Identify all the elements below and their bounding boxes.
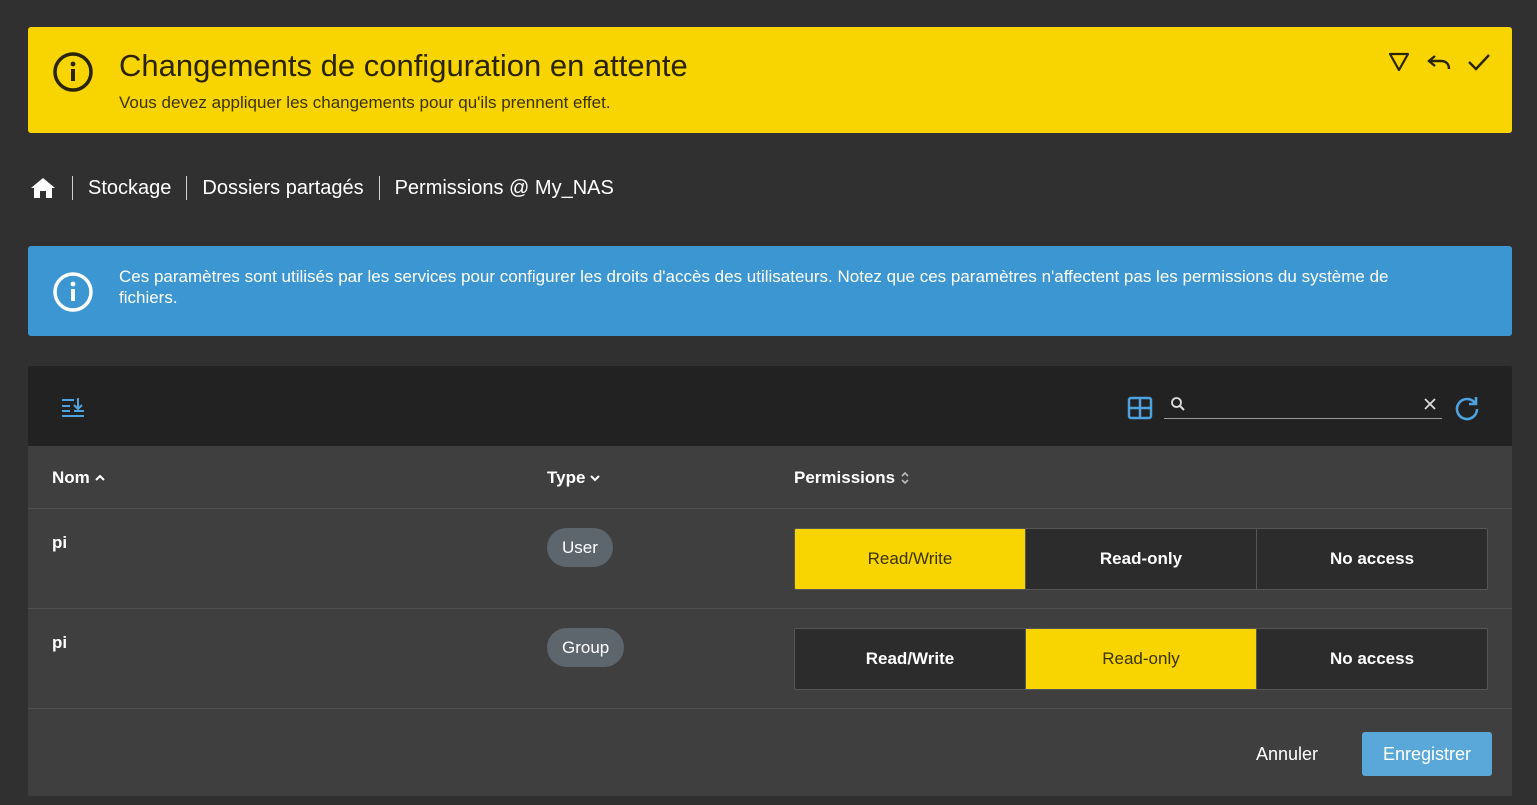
permission-toggle-group: Read/Write Read-only No access	[794, 528, 1488, 590]
column-label: Type	[547, 468, 586, 487]
sort-asc-icon	[95, 474, 105, 481]
breadcrumb-shared-folders[interactable]: Dossiers partagés	[202, 177, 363, 200]
permission-no-access[interactable]: No access	[1256, 629, 1487, 689]
home-icon[interactable]	[30, 176, 56, 200]
type-badge: User	[547, 528, 613, 567]
permission-read-only[interactable]: Read-only	[1025, 529, 1256, 589]
breadcrumb-separator	[186, 176, 188, 200]
form-footer: Annuler Enregistrer	[28, 708, 1512, 796]
table-toolbar	[28, 366, 1512, 446]
column-label: Nom	[52, 468, 90, 487]
cancel-button[interactable]: Annuler	[1256, 732, 1318, 776]
search-icon	[1171, 397, 1185, 411]
info-text: Ces paramètres sont utilisés par les ser…	[119, 267, 1389, 307]
column-label: Permissions	[794, 468, 896, 487]
permissions-panel: Nom Type Permissions pi User Read/Write …	[28, 366, 1512, 796]
banner-subtitle: Vous devez appliquer les changements pou…	[119, 93, 611, 112]
grid-view-icon[interactable]	[1127, 396, 1153, 420]
table-row: pi User Read/Write Read-only No access	[28, 509, 1512, 609]
column-settings-icon[interactable]	[60, 395, 86, 419]
save-button[interactable]: Enregistrer	[1362, 732, 1492, 776]
pending-changes-banner: Changements de configuration en attente …	[28, 27, 1512, 133]
row-name: pi	[52, 533, 68, 552]
permission-toggle-group: Read/Write Read-only No access	[794, 628, 1488, 690]
breadcrumb-separator	[72, 176, 73, 200]
table-row: pi Group Read/Write Read-only No access	[28, 609, 1512, 709]
info-box: Ces paramètres sont utilisés par les ser…	[28, 246, 1512, 336]
refresh-icon[interactable]	[1454, 395, 1480, 421]
type-badge: Group	[547, 628, 625, 667]
search-input[interactable]	[1194, 392, 1418, 418]
permission-read-write[interactable]: Read/Write	[795, 529, 1025, 589]
breadcrumb-stockage[interactable]: Stockage	[88, 177, 171, 200]
breadcrumb-separator	[378, 176, 380, 200]
breadcrumb-permissions: Permissions @ My_NAS	[394, 176, 614, 199]
breadcrumb: Stockage Dossiers partagés Permissions @…	[30, 173, 614, 203]
column-header-permissions[interactable]: Permissions	[794, 468, 911, 488]
permission-read-only[interactable]: Read-only	[1025, 629, 1256, 689]
sort-icon	[901, 471, 909, 485]
check-icon[interactable]	[1466, 49, 1492, 75]
clear-icon[interactable]	[1422, 396, 1438, 412]
permission-read-write[interactable]: Read/Write	[795, 629, 1025, 689]
info-icon	[53, 52, 93, 92]
search-box	[1164, 392, 1442, 419]
row-name: pi	[52, 633, 68, 652]
permission-no-access[interactable]: No access	[1256, 529, 1487, 589]
column-header-name[interactable]: Nom	[52, 468, 106, 488]
column-header-type[interactable]: Type	[547, 468, 601, 488]
undo-icon[interactable]	[1426, 49, 1452, 75]
sort-desc-icon	[590, 475, 601, 482]
banner-title: Changements de configuration en attente	[119, 48, 688, 83]
filter-icon[interactable]	[1386, 49, 1412, 75]
info-icon	[53, 272, 93, 312]
table-header: Nom Type Permissions	[28, 446, 1512, 509]
